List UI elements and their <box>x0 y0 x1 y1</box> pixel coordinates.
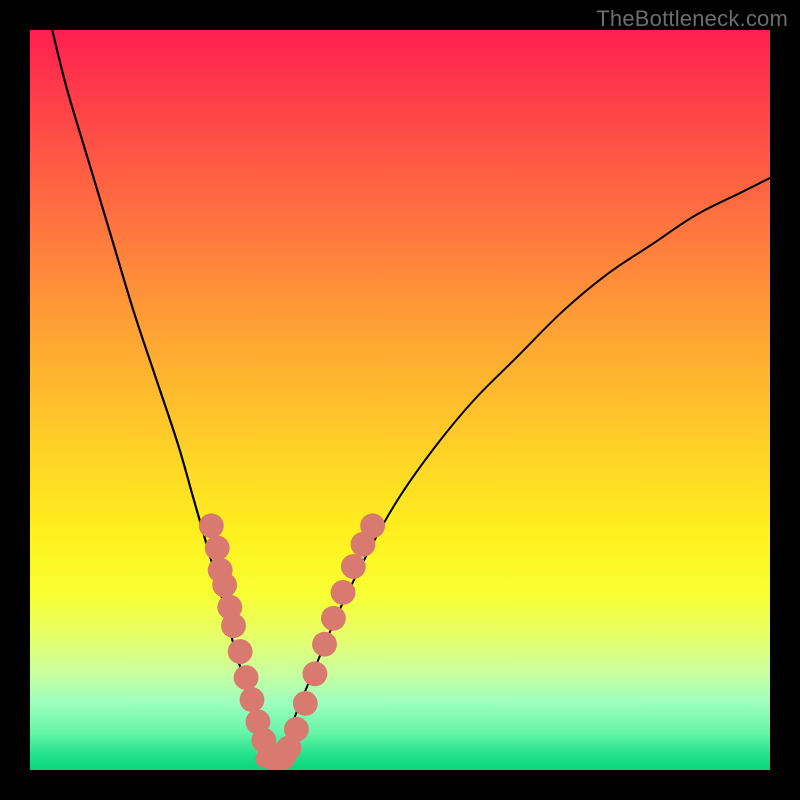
marker-dot <box>228 639 253 664</box>
marker-dot <box>205 536 230 561</box>
marker-dot <box>212 573 237 598</box>
marker-dot <box>341 554 366 579</box>
watermark-text: TheBottleneck.com <box>596 6 788 32</box>
marker-dot <box>284 717 309 742</box>
marker-dot <box>321 606 346 631</box>
marker-dot <box>221 613 246 638</box>
marker-dot <box>234 665 259 690</box>
marker-dot <box>302 661 327 686</box>
marker-group <box>199 513 385 770</box>
marker-dot <box>312 632 337 657</box>
marker-dot <box>360 513 385 538</box>
marker-dot <box>331 580 356 605</box>
marker-dot <box>240 687 265 712</box>
curve-right-limb <box>274 178 770 759</box>
marker-dot <box>293 691 318 716</box>
chart-frame: TheBottleneck.com <box>0 0 800 800</box>
marker-dot <box>199 513 224 538</box>
plot-area <box>30 30 770 770</box>
chart-svg <box>30 30 770 770</box>
